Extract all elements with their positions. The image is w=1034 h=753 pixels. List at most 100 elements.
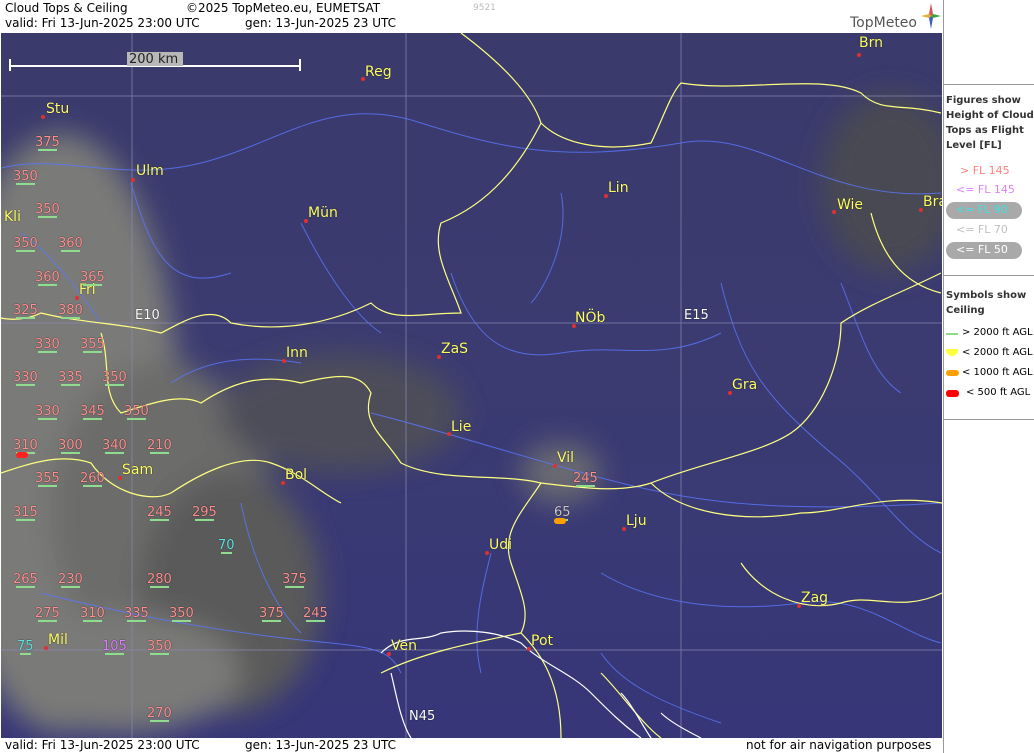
city-label-ven: Ven [391, 638, 417, 654]
cloud-top-value: 350 [13, 236, 38, 252]
generated-time: gen: 13-Jun-2025 23 UTC [245, 16, 397, 30]
disclaimer-text: not for air navigation purposes [746, 738, 932, 752]
cloud-top-value: 260 [80, 471, 105, 487]
legend-level-3: <= FL 90 [956, 203, 1008, 216]
valid-time: valid: Fri 13-Jun-2025 23:00 UTC [5, 16, 200, 30]
symbol-label-4: < 500 ft AGL [966, 387, 1031, 398]
cloud-top-value: 300 [58, 438, 83, 454]
symbol-label-1: > 2000 ft AGL [962, 327, 1033, 338]
city-marker [919, 208, 923, 212]
cloud-top-value: 245 [573, 471, 598, 487]
footer-bar: valid: Fri 13-Jun-2025 23:00 UTC gen: 13… [0, 738, 942, 753]
city-label-mun: Mün [308, 205, 338, 221]
legend-level-1: > FL 145 [960, 164, 1010, 177]
city-marker [604, 194, 608, 198]
city-label-zag: Zag [801, 590, 829, 606]
city-marker [728, 391, 732, 395]
topmeteo-logo: TopMeteo [850, 15, 917, 31]
cloud-top-value: 75 [17, 639, 34, 655]
city-label-wie: Wie [837, 197, 864, 213]
city-marker [553, 464, 557, 468]
city-marker [572, 324, 576, 328]
footer-valid-time: valid: Fri 13-Jun-2025 23:00 UTC [5, 738, 200, 752]
ceiling-legend: Symbols show Ceiling > 2000 ft AGL < 200… [944, 275, 1034, 420]
cloud-top-value: 360 [35, 270, 60, 286]
chart-title: Cloud Tops & Ceiling [5, 1, 128, 15]
city-marker [797, 604, 801, 608]
symbols-heading: Symbols show Ceiling [946, 290, 1027, 316]
copyright-text: ©2025 TopMeteo.eu, EUMETSAT [186, 1, 381, 15]
cloud-top-value: 350 [124, 404, 149, 420]
city-marker [44, 646, 48, 650]
cloud-top-value: 350 [35, 202, 60, 218]
city-label-gra: Gra [732, 377, 758, 393]
ceiling-symbol [16, 452, 28, 458]
scale-label: 200 km [129, 52, 179, 67]
grid-label-e10: E10 [135, 308, 160, 323]
cloud-top-value: 230 [58, 572, 83, 588]
city-label-bol: Bol [285, 467, 308, 483]
cloud-top-value: 380 [58, 303, 83, 319]
cloud-top-value: 315 [13, 505, 38, 521]
cloud-top-value: 270 [147, 706, 172, 722]
cloud-top-value: 275 [35, 606, 60, 622]
cloud-top-value: 330 [35, 404, 60, 420]
city-label-lju: Lju [626, 513, 647, 529]
city-label-stu: Stu [46, 101, 70, 117]
city-label-udi: Udi [489, 537, 513, 553]
city-label-ulm: Ulm [136, 163, 164, 179]
city-marker [832, 210, 836, 214]
cloud-top-value: 350 [169, 606, 194, 622]
city-marker [622, 527, 626, 531]
legend-level-5: <= FL 50 [956, 243, 1008, 256]
cloud-top-value: 350 [102, 370, 127, 386]
cloud-top-value: 330 [35, 337, 60, 353]
city-marker [437, 355, 441, 359]
city-marker [304, 219, 308, 223]
compass-logo-icon [921, 3, 941, 29]
cloud-top-value: 310 [80, 606, 105, 622]
city-label-lie: Lie [451, 419, 472, 435]
city-marker [282, 359, 286, 363]
city-label-vil: Vil [557, 450, 575, 466]
city-label-pot: Pot [531, 633, 553, 649]
city-marker [75, 296, 79, 300]
cloud-top-value: 295 [192, 505, 217, 521]
city-label-reg: Reg [365, 64, 392, 80]
city-label-lin: Lin [608, 180, 629, 196]
cloud-top-value: 350 [13, 169, 38, 185]
header-bar: Cloud Tops & Ceiling ©2025 TopMeteo.eu, … [0, 0, 942, 32]
grid-label-n45: N45 [409, 709, 436, 724]
city-marker [131, 178, 135, 182]
cloud-top-value: 265 [13, 572, 38, 588]
cloud-top-value: 245 [303, 606, 328, 622]
city-label-bra: Bra [923, 194, 942, 210]
ceiling-symbol-yellow [946, 349, 958, 356]
city-marker [527, 647, 531, 651]
cloud-top-value: 360 [58, 236, 83, 252]
city-marker [361, 77, 365, 81]
city-label-mil: Mil [48, 632, 68, 648]
cloud-top-value: 365 [80, 270, 105, 286]
symbol-label-3: < 1000 ft AGL [962, 367, 1033, 378]
legend-level-2: <= FL 145 [956, 183, 1015, 196]
grid-label-e15: E15 [684, 308, 709, 323]
ceiling-symbol-orange [946, 370, 959, 376]
cloud-top-value: 245 [147, 505, 172, 521]
city-label-nob: NÖb [575, 310, 606, 326]
cloud-top-value: 345 [80, 404, 105, 420]
cloud-top-value: 355 [80, 337, 105, 353]
cloud-top-value: 335 [124, 606, 149, 622]
ceiling-symbol [554, 518, 566, 524]
satellite-map[interactable]: 200 km E10 E15 N45 Brn Reg Stu Ulm Mün L… [1, 33, 942, 738]
city-label-sam: Sam [122, 462, 154, 478]
legend-level-4: <= FL 70 [956, 223, 1008, 236]
cloud-top-value: 330 [13, 370, 38, 386]
ceiling-symbol-red [946, 390, 959, 397]
cloud-top-value: 375 [259, 606, 284, 622]
city-marker [281, 481, 285, 485]
cloud-top-value: 310 [13, 438, 38, 454]
city-label-brn: Brn [859, 35, 883, 51]
cloud-top-value: 280 [147, 572, 172, 588]
city-marker [857, 53, 861, 57]
